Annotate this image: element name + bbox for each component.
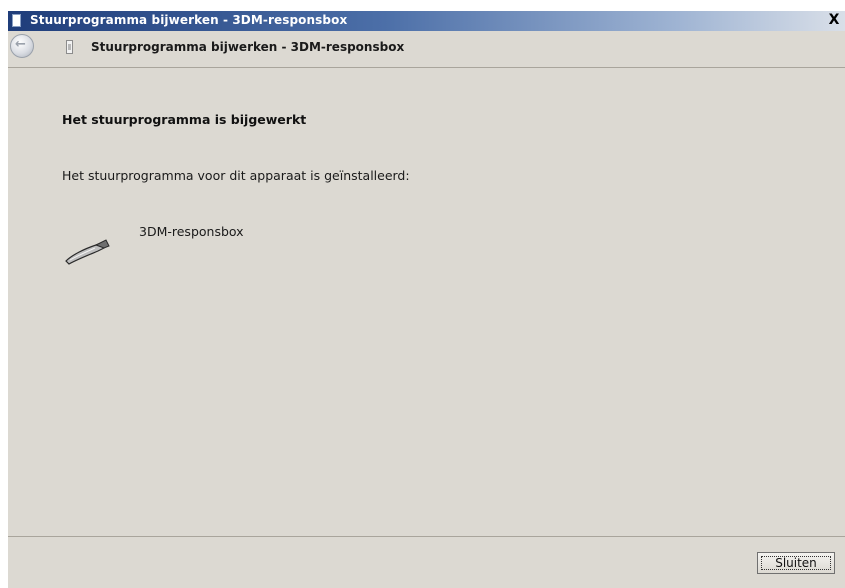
device-manager-icon [66,40,73,54]
driver-update-window: Stuurprogramma bijwerken - 3DM-responsbo… [8,11,845,588]
wizard-content: Het stuurprogramma is bijgewerkt Het stu… [8,67,845,537]
title-bar[interactable]: Stuurprogramma bijwerken - 3DM-responsbo… [8,11,845,31]
close-icon[interactable]: X [827,13,841,28]
window-icon [12,14,21,27]
wizard-navigation-bar: ← Stuurprogramma bijwerken - 3DM-respons… [8,31,845,66]
back-arrow-icon: ← [15,37,26,52]
wizard-footer: Sluiten [8,537,845,588]
usb-device-icon [65,239,110,265]
wizard-title: Stuurprogramma bijwerken - 3DM-responsbo… [91,40,405,54]
status-description: Het stuurprogramma voor dit apparaat is … [62,168,410,183]
device-name: 3DM-responsbox [139,224,244,239]
back-button[interactable]: ← [10,34,34,58]
status-heading: Het stuurprogramma is bijgewerkt [62,112,307,127]
close-button[interactable]: Sluiten [757,552,835,574]
window-title: Stuurprogramma bijwerken - 3DM-responsbo… [30,13,348,27]
